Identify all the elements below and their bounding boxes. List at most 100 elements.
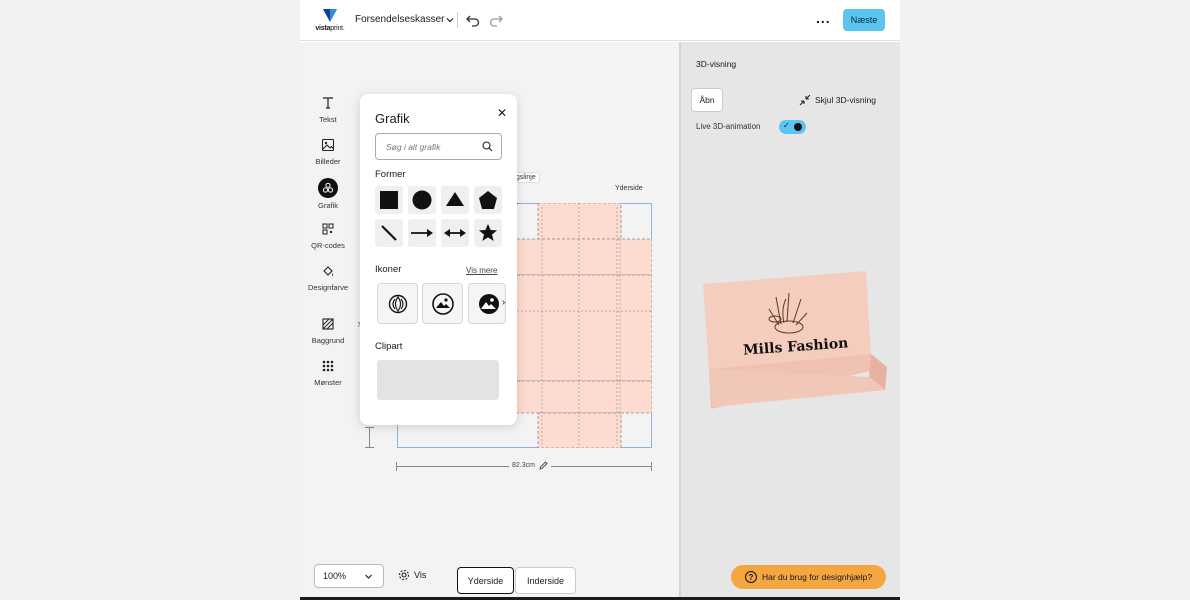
zoom-value: 100% [323,571,347,581]
redo-icon[interactable] [488,12,504,28]
background-icon [319,315,337,333]
qr-code-icon [319,220,337,238]
tool-label: Tekst [319,115,337,124]
width-value: 82.3cm [512,462,535,469]
pencil-icon [539,461,548,470]
icons-heading: Ikoner [375,264,402,275]
live-animation-label: Live 3D-animation [696,122,761,131]
shape-triangle[interactable] [441,186,469,214]
dim-tick [365,427,374,428]
side-switcher: Yderside Inderside [457,567,576,594]
text-icon [319,94,337,112]
collapse-icon [799,94,811,106]
search-input[interactable] [386,141,474,152]
arrow-right-icon [411,229,433,237]
graphics-search[interactable] [375,133,502,160]
panel-title: Grafik [375,111,410,126]
star-icon [479,224,497,241]
shape-double-arrow[interactable] [441,219,469,247]
hide-3d-button[interactable]: Skjul 3D-visning [799,94,876,106]
chevron-down-icon [447,17,454,22]
double-arrow-icon [444,229,466,237]
check-icon: ✓ [783,121,790,130]
tool-design-color[interactable]: Designfarve [300,262,356,298]
hide-3d-label: Skjul 3D-visning [815,95,876,105]
square-icon [380,191,398,209]
see-more-link[interactable]: Vis mere [466,266,497,275]
next-button[interactable]: Næste [843,9,885,31]
leaf-circle-icon [388,294,407,313]
tool-pattern[interactable]: Mønster [300,357,356,393]
live-animation-toggle[interactable]: ✓ [779,120,806,134]
help-icon: ? [744,571,757,583]
design-help-button[interactable]: ? Har du brug for designhjælp? [731,565,886,589]
gear-icon [398,569,410,581]
shape-square[interactable] [375,186,403,214]
help-label: Har du brug for designhjælp? [761,572,873,582]
editor-app: vistaprint. Forsendelseskasser ... Næste [300,0,900,600]
product-dropdown[interactable]: Forsendelseskasser [355,14,454,25]
tab-outside[interactable]: Yderside [457,567,514,594]
toggle-knob [794,123,802,131]
tool-label: Baggrund [311,336,345,345]
line-icon [381,225,397,241]
shapes-heading: Former [375,169,406,180]
box-3d-preview[interactable]: Mills Fashion [701,269,891,409]
icon-leaf-circle[interactable] [377,283,418,324]
pentagon-icon [479,191,497,209]
shape-circle[interactable] [408,186,436,214]
preview-panel: 3D-visning Åbn Skjul 3D-visning Live 3D-… [681,42,900,597]
top-bar: vistaprint. Forsendelseskasser ... Næste [300,0,900,41]
dim-tick [365,447,374,448]
undo-icon[interactable] [465,12,481,28]
icon-mountain-circle[interactable] [422,283,463,324]
tab-inside[interactable]: Inderside [515,567,576,594]
zoom-select[interactable]: 100% [314,564,384,588]
tool-label: Designfarve [307,283,349,292]
shape-arrow[interactable] [408,219,436,247]
dim-tick [396,462,397,471]
logo-suffix: print. [330,25,345,32]
width-dimension[interactable]: 82.3cm [509,461,551,470]
tool-text[interactable]: Tekst [300,94,356,130]
tool-label: Billeder [315,157,341,166]
graphics-icon [318,178,338,198]
logo-brand: vista [315,25,331,32]
close-icon[interactable]: ✕ [497,106,507,120]
mountain-circle-icon [431,292,454,315]
preview-title: 3D-visning [696,59,737,69]
view-options-button[interactable]: Vis [398,569,426,581]
paint-bucket-icon [319,262,337,280]
header-divider [457,12,458,28]
vistaprint-logo[interactable]: vistaprint. [314,8,346,34]
icon-mountain-filled[interactable] [468,283,506,324]
tool-label: Mønster [314,378,342,387]
view-label: Vis [414,570,427,580]
graphics-panel: Grafik ✕ Former Ikoner [360,94,517,425]
chevron-down-icon [365,574,372,579]
chevron-right-icon[interactable]: › [502,297,505,308]
search-icon[interactable] [482,141,493,152]
image-icon [319,136,337,154]
tool-label: QR-codes [311,241,345,250]
pattern-icon [319,357,337,375]
shape-pentagon[interactable] [474,186,502,214]
outside-label: Yderside [615,185,643,192]
mountain-filled-icon [479,293,499,314]
shape-line[interactable] [375,219,403,247]
clipart-placeholder[interactable] [377,360,499,400]
height-dimension-line [369,427,370,447]
more-options-button[interactable]: ... [816,10,831,26]
shape-star[interactable] [474,219,502,247]
clipart-heading: Clipart [375,341,403,352]
triangle-icon [446,192,464,206]
tool-images[interactable]: Billeder [300,136,356,172]
vistaprint-logo-mark [323,9,337,22]
tool-label: Grafik [317,201,338,210]
circle-icon [412,190,432,210]
tool-background[interactable]: Baggrund [300,315,356,351]
open-3d-button[interactable]: Åbn [691,88,723,112]
tool-graphics[interactable]: Grafik [300,178,356,214]
product-name: Forsendelseskasser [355,14,445,25]
tool-qr-codes[interactable]: QR-codes [300,220,356,256]
